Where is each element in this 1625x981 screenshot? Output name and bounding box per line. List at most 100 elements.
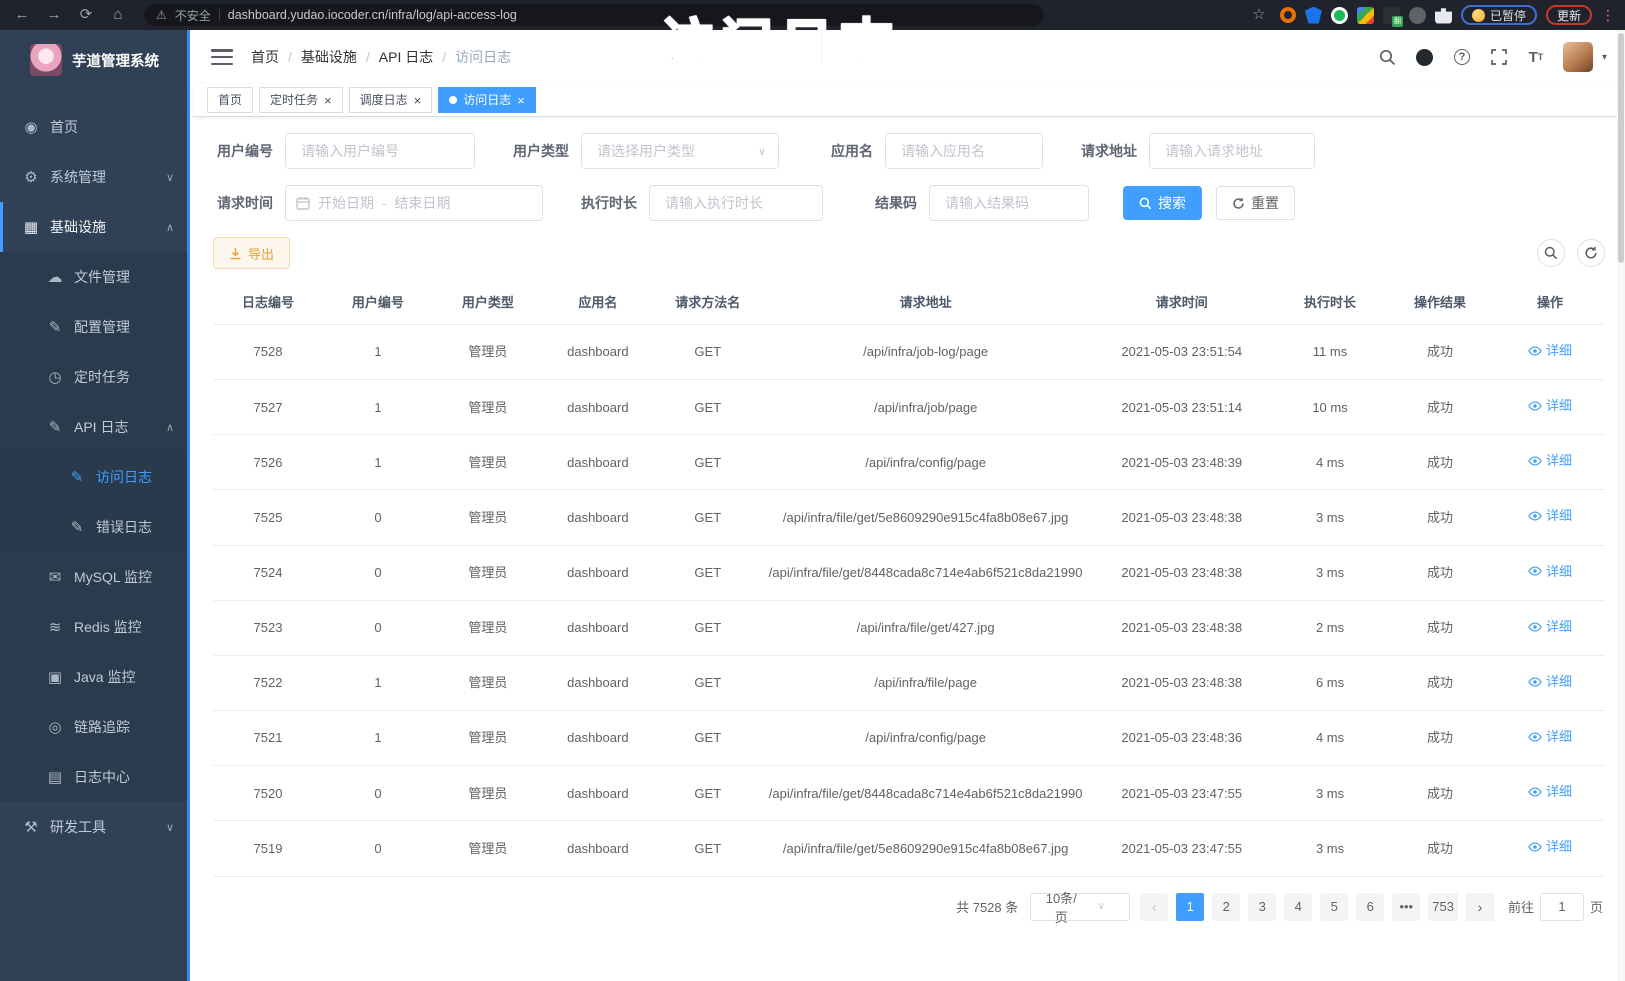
- caret-down-icon[interactable]: ▾: [1602, 52, 1607, 63]
- kebab-menu-icon[interactable]: ⋮: [1601, 0, 1615, 30]
- cell-app: dashboard: [543, 600, 653, 655]
- refresh-button[interactable]: [1577, 239, 1605, 267]
- sidebar-item[interactable]: ✉MySQL 监控: [0, 552, 190, 602]
- search-button[interactable]: 搜索: [1123, 186, 1202, 220]
- prev-page-button[interactable]: ‹: [1140, 893, 1168, 921]
- detail-link[interactable]: 详细: [1528, 561, 1572, 582]
- sidebar-item[interactable]: ◉首页: [0, 102, 190, 152]
- page-button[interactable]: 2: [1212, 893, 1240, 921]
- app-logo[interactable]: 芋道管理系统: [0, 30, 190, 90]
- back-icon[interactable]: ←: [10, 0, 34, 30]
- filter-input-请求地址[interactable]: [1149, 133, 1315, 169]
- tab-item[interactable]: 定时任务 ×: [259, 87, 343, 113]
- sidebar-item[interactable]: ✎访问日志: [0, 452, 190, 502]
- detail-link[interactable]: 详细: [1528, 505, 1572, 526]
- sidebar-item[interactable]: ✎错误日志: [0, 502, 190, 552]
- export-button-label: 导出: [248, 244, 274, 263]
- search-icon[interactable]: [1378, 47, 1398, 67]
- update-button[interactable]: 更新: [1546, 5, 1592, 25]
- sidebar-item[interactable]: ✎配置管理: [0, 302, 190, 352]
- close-icon[interactable]: ×: [414, 94, 422, 107]
- hamburger-icon[interactable]: [211, 49, 233, 65]
- sidebar-item[interactable]: ▦基础设施∧: [0, 202, 190, 252]
- detail-link[interactable]: 详细: [1528, 726, 1572, 747]
- home-icon[interactable]: ⌂: [106, 0, 130, 30]
- tab-item[interactable]: 首页: [207, 87, 253, 113]
- detail-link[interactable]: 详细: [1528, 450, 1572, 471]
- sidebar-item[interactable]: ✎API 日志∧: [0, 402, 190, 452]
- cell-id: 7524: [213, 545, 323, 600]
- breadcrumb-item[interactable]: 首页: [251, 47, 279, 67]
- close-icon[interactable]: ×: [517, 94, 525, 107]
- goto-page-input[interactable]: [1540, 893, 1584, 921]
- page-button[interactable]: 5: [1320, 893, 1348, 921]
- cell-app: dashboard: [543, 325, 653, 380]
- extension-icon[interactable]: [1357, 7, 1374, 24]
- filter-input-结果码[interactable]: [929, 185, 1089, 221]
- detail-link[interactable]: 详细: [1528, 671, 1572, 692]
- breadcrumb-item[interactable]: 基础设施: [301, 47, 357, 67]
- detail-link[interactable]: 详细: [1528, 616, 1572, 637]
- detail-link[interactable]: 详细: [1528, 395, 1572, 416]
- reset-button[interactable]: 重置: [1216, 186, 1295, 220]
- page-button[interactable]: 1: [1176, 893, 1204, 921]
- detail-link[interactable]: 详细: [1528, 836, 1572, 857]
- extension-icon[interactable]: [1409, 7, 1426, 24]
- detail-link[interactable]: 详细: [1528, 340, 1572, 361]
- sidebar-item[interactable]: ◎链路追踪: [0, 702, 190, 752]
- toggle-search-button[interactable]: [1537, 239, 1565, 267]
- filter-input-用户编号[interactable]: [285, 133, 475, 169]
- page-scrollbar[interactable]: [1617, 30, 1625, 981]
- next-page-button[interactable]: ›: [1466, 893, 1494, 921]
- avatar[interactable]: [1563, 42, 1593, 72]
- sidebar-item[interactable]: ≋Redis 监控: [0, 602, 190, 652]
- access-log-icon: ✎: [66, 468, 88, 486]
- breadcrumb-item[interactable]: API 日志: [379, 47, 433, 67]
- page-size-select[interactable]: 10条/页 ∨: [1030, 893, 1130, 921]
- extension-icon[interactable]: [1331, 7, 1348, 24]
- sidebar-item[interactable]: ▤日志中心: [0, 752, 190, 802]
- detail-link[interactable]: 详细: [1528, 781, 1572, 802]
- sidebar-item[interactable]: ☁文件管理: [0, 252, 190, 302]
- sidebar-item[interactable]: ⚙系统管理∨: [0, 152, 190, 202]
- calendar-icon: [296, 196, 310, 210]
- extension-icon[interactable]: [1280, 7, 1296, 23]
- forward-icon[interactable]: →: [42, 0, 66, 30]
- reload-icon[interactable]: ⟳: [74, 0, 98, 30]
- sidebar-item[interactable]: ⚒研发工具∨: [0, 802, 190, 852]
- detail-link-label: 详细: [1546, 671, 1572, 692]
- page-button[interactable]: 6: [1356, 893, 1384, 921]
- address-bar[interactable]: ⚠ 不安全 dashboard.yudao.iocoder.cn/infra/l…: [144, 4, 1044, 26]
- filter-select-用户类型[interactable]: 请选择用户类型∨: [581, 133, 779, 169]
- close-icon[interactable]: ×: [324, 94, 332, 107]
- github-icon[interactable]: [1415, 47, 1435, 67]
- page-button[interactable]: 4: [1284, 893, 1312, 921]
- filter-input-执行时长[interactable]: [649, 185, 823, 221]
- scrollbar-thumb[interactable]: [1618, 33, 1624, 263]
- detail-link-label: 详细: [1546, 340, 1572, 361]
- tab-item[interactable]: 调度日志×: [349, 87, 433, 113]
- help-icon[interactable]: ?: [1452, 47, 1472, 67]
- filter-input-应用名[interactable]: [885, 133, 1043, 169]
- paused-badge[interactable]: 已暂停: [1461, 5, 1537, 25]
- extensions-puzzle-icon[interactable]: [1435, 7, 1452, 24]
- cell-duration: 3 ms: [1275, 766, 1385, 821]
- font-size-icon[interactable]: TT: [1526, 47, 1546, 67]
- page-button[interactable]: 3: [1248, 893, 1276, 921]
- table-row: 75261管理员dashboardGET/api/infra/config/pa…: [213, 435, 1605, 490]
- bookmark-star-icon[interactable]: ☆: [1247, 0, 1271, 30]
- column-header: 日志编号: [213, 279, 323, 325]
- tab-active[interactable]: 访问日志×: [438, 87, 536, 113]
- translate-extension-icon[interactable]: 翻: [1383, 7, 1400, 24]
- more-pages-button[interactable]: •••: [1392, 893, 1420, 921]
- extension-icon[interactable]: [1305, 7, 1322, 24]
- page-button[interactable]: 753: [1428, 893, 1458, 921]
- sidebar-item[interactable]: ▣Java 监控: [0, 652, 190, 702]
- tab-label: 定时任务: [270, 88, 318, 112]
- cell-user_type: 管理员: [433, 435, 543, 490]
- filter-label: 请求时间: [213, 193, 285, 213]
- date-range-picker[interactable]: 开始日期-结束日期: [285, 185, 543, 221]
- sidebar-item[interactable]: ◷定时任务: [0, 352, 190, 402]
- fullscreen-icon[interactable]: [1489, 47, 1509, 67]
- export-button[interactable]: 导出: [213, 237, 290, 269]
